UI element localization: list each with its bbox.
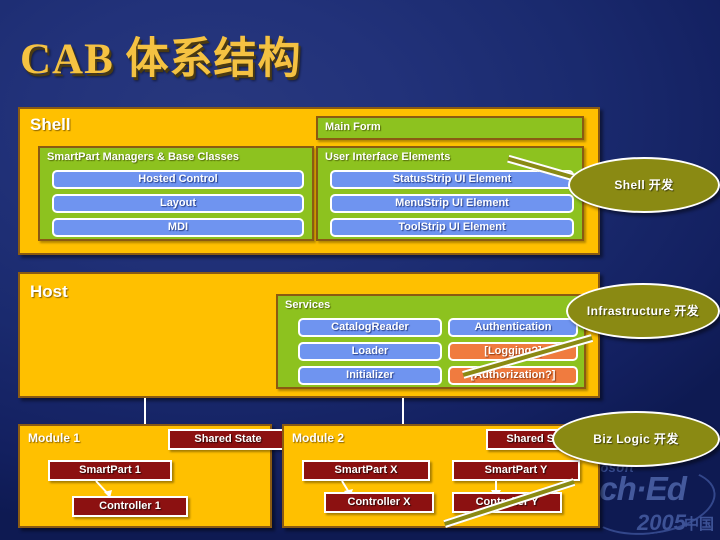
main-form-box: Main Form — [316, 116, 584, 140]
services-title: Services — [285, 299, 331, 311]
module-1-smartpart-1[interactable]: SmartPart 1 — [48, 460, 172, 481]
teched-region: 中国 — [683, 516, 714, 533]
teched-year: 2005 — [637, 510, 686, 535]
module-1-panel: Module 1 Shared State SmartPart 1 Contro… — [18, 424, 288, 528]
connector-host-to-module-1 — [144, 398, 146, 425]
service-catalogreader[interactable]: CatalogReader — [298, 318, 442, 337]
layout-item[interactable]: Layout — [52, 194, 304, 213]
module-1-shared-state[interactable]: Shared State — [168, 429, 288, 450]
callout-shell: Shell 开发 — [568, 157, 720, 213]
callout-infrastructure-text: Infrastructure 开发 — [586, 303, 700, 318]
toolstrip-ui-element-item[interactable]: ToolStrip UI Element — [330, 218, 574, 237]
mdi-item[interactable]: MDI — [52, 218, 304, 237]
callout-bizlogic-text: Biz Logic 开发 — [593, 431, 679, 446]
main-form-title: Main Form — [325, 121, 381, 133]
services-group: Services CatalogReader Loader Initialize… — [276, 294, 586, 389]
callout-bizlogic: Biz Logic 开发 — [552, 411, 720, 467]
ui-elements-group: User Interface Elements StatusStrip UI E… — [316, 146, 584, 241]
module-2-smartpart-x[interactable]: SmartPart X — [302, 460, 430, 481]
connector-host-to-module-2 — [402, 398, 404, 425]
module-1-controller-1[interactable]: Controller 1 — [72, 496, 188, 517]
callout-infrastructure: Infrastructure 开发 — [566, 283, 720, 339]
ui-elements-title: User Interface Elements — [325, 151, 451, 163]
teched-swoosh-icon — [582, 459, 720, 540]
shell-panel: Shell SmartPart Managers & Base Classes … — [18, 107, 600, 255]
shell-panel-title: Shell — [30, 115, 71, 134]
module-2-controller-x[interactable]: Controller X — [324, 492, 434, 513]
callout-infrastructure-bubble: Infrastructure 开发 — [566, 283, 720, 339]
smartpart-managers-title: SmartPart Managers & Base Classes — [47, 151, 239, 163]
host-panel-title: Host — [30, 282, 68, 301]
service-loader[interactable]: Loader — [298, 342, 442, 361]
service-authentication[interactable]: Authentication — [448, 318, 578, 337]
slide-canvas: Microsoft Tech·Ed 2005 中国 CAB 体系结构 Shell… — [0, 0, 720, 540]
callout-bizlogic-bubble: Biz Logic 开发 — [552, 411, 720, 467]
menustrip-ui-element-item[interactable]: MenuStrip UI Element — [330, 194, 574, 213]
callout-shell-text: Shell 开发 — [614, 177, 674, 192]
module-2-title: Module 2 — [292, 431, 345, 445]
page-title: CAB 体系结构 — [20, 36, 302, 83]
statusstrip-ui-element-item[interactable]: StatusStrip UI Element — [330, 170, 574, 189]
host-panel: Host Services CatalogReader Loader Initi… — [18, 272, 600, 398]
service-initializer[interactable]: Initializer — [298, 366, 442, 385]
hosted-control-item[interactable]: Hosted Control — [52, 170, 304, 189]
callout-shell-bubble: Shell 开发 — [568, 157, 720, 213]
module-1-title: Module 1 — [28, 431, 81, 445]
smartpart-managers-group: SmartPart Managers & Base Classes Hosted… — [38, 146, 314, 241]
